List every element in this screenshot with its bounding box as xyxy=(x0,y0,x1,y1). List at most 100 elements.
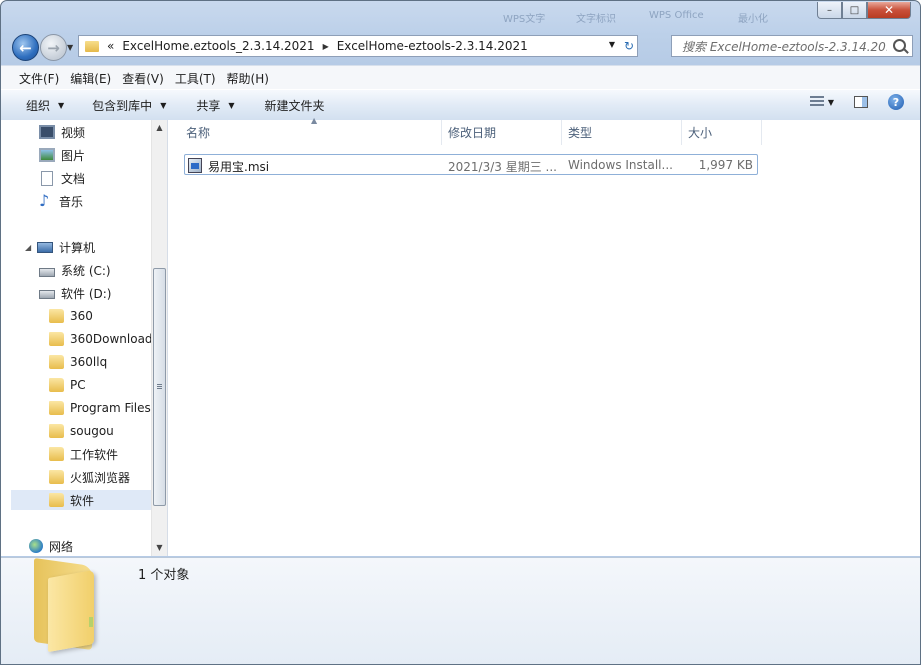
nav-item-computer[interactable]: ◢ 计算机 xyxy=(25,237,95,257)
search-icon[interactable] xyxy=(893,39,906,52)
folder-icon xyxy=(49,309,64,323)
window-controls: – □ ✕ xyxy=(817,2,911,19)
nav-item-network[interactable]: 网络 xyxy=(29,536,73,556)
nav-label: sougou xyxy=(70,424,114,438)
column-header-name[interactable]: 名称 ▲ xyxy=(173,116,442,145)
close-icon: ✕ xyxy=(883,3,895,17)
search-input[interactable]: 搜索 ExcelHome-eztools-2.3.14.20... xyxy=(671,35,913,57)
include-library-label: 包含到库中 xyxy=(92,98,153,113)
scroll-up-button[interactable]: ▲ xyxy=(152,120,167,136)
large-folder-icon xyxy=(34,557,118,653)
menu-edit[interactable]: 编辑(E) xyxy=(70,70,111,87)
nav-label: 图片 xyxy=(61,148,86,163)
nav-item-folder[interactable]: 360llq xyxy=(49,352,107,372)
preview-pane-icon[interactable] xyxy=(854,96,868,108)
nav-item-folder[interactable]: sougou xyxy=(49,421,114,441)
include-in-library-button[interactable]: 包含到库中 ▼ xyxy=(92,97,166,114)
nav-item-folder-selected[interactable]: 软件 xyxy=(11,490,151,510)
help-icon[interactable]: ? xyxy=(888,94,904,110)
toolbar-right: ▼ ? xyxy=(809,94,920,110)
computer-icon xyxy=(37,241,53,253)
nav-label: 火狐浏览器 xyxy=(70,470,131,485)
folder-icon xyxy=(49,447,64,461)
new-folder-button[interactable]: 新建文件夹 xyxy=(265,97,325,114)
nav-label: 360 xyxy=(70,309,93,323)
view-dropdown-icon[interactable]: ▼ xyxy=(828,98,834,107)
minimize-button[interactable]: – xyxy=(817,2,842,19)
breadcrumb-item[interactable]: ExcelHome-eztools-2.3.14.2021 xyxy=(337,39,528,53)
folder-icon xyxy=(85,40,99,52)
details-pane: 1 个对象 xyxy=(1,557,920,664)
column-label: 大小 xyxy=(688,126,713,140)
file-row[interactable]: 易用宝.msi 2021/3/3 星期三 ... Windows Install… xyxy=(184,154,758,175)
nav-label: 网络 xyxy=(49,539,74,554)
close-button[interactable]: ✕ xyxy=(867,2,911,19)
column-label: 名称 xyxy=(186,126,211,140)
background-tab-label: WPS文字 xyxy=(503,14,546,25)
nav-item-videos[interactable]: 视频 xyxy=(39,122,85,142)
recent-pages-dropdown[interactable]: ▼ xyxy=(67,43,73,52)
video-icon xyxy=(39,125,55,139)
nav-item-folder[interactable]: PC xyxy=(49,375,86,395)
file-size: 1,997 KB xyxy=(698,158,753,172)
nav-item-drive-c[interactable]: 系统 (C:) xyxy=(39,260,111,280)
nav-item-folder[interactable]: 工作软件 xyxy=(49,444,118,464)
address-bar[interactable]: « ExcelHome.eztools_2.3.14.2021 ▶ ExcelH… xyxy=(78,35,638,57)
menu-view[interactable]: 查看(V) xyxy=(122,70,164,87)
menu-file[interactable]: 文件(F) xyxy=(19,70,59,87)
drive-icon xyxy=(39,290,55,299)
folder-icon xyxy=(49,401,64,415)
grip-icon xyxy=(157,384,162,390)
nav-item-music[interactable]: ♪ 音乐 xyxy=(39,191,83,211)
breadcrumb-item[interactable]: ExcelHome.eztools_2.3.14.2021 xyxy=(122,39,314,53)
nav-label: 软件 xyxy=(70,493,95,508)
folder-icon xyxy=(49,470,64,484)
file-type: Windows Install... xyxy=(568,158,673,172)
menu-help[interactable]: 帮助(H) xyxy=(227,70,269,87)
scroll-down-button[interactable]: ▼ xyxy=(152,540,167,556)
column-header-size[interactable]: 大小 xyxy=(682,120,762,145)
breadcrumb-overflow[interactable]: « xyxy=(107,39,114,53)
folder-tab-shape xyxy=(89,617,93,627)
search-placeholder: 搜索 ExcelHome-eztools-2.3.14.20... xyxy=(682,39,887,54)
view-options-icon[interactable] xyxy=(809,96,824,108)
nav-label: Program Files xyxy=(70,401,151,415)
nav-item-folder[interactable]: 360 xyxy=(49,306,93,326)
menu-bar: 文件(F) 编辑(E) 查看(V) 工具(T) 帮助(H) xyxy=(1,65,920,90)
column-header-modified[interactable]: 修改日期 xyxy=(442,120,562,145)
collapse-icon[interactable]: ◢ xyxy=(25,243,33,252)
nav-item-documents[interactable]: 文档 xyxy=(39,168,85,188)
background-tab-label: 文字标识 xyxy=(576,14,616,25)
column-label: 类型 xyxy=(568,126,593,140)
file-list[interactable]: 名称 ▲ 修改日期 类型 大小 易用宝.msi 2021/3/3 星期三 ... … xyxy=(168,116,920,556)
menu-tools[interactable]: 工具(T) xyxy=(175,70,216,87)
minimize-icon: – xyxy=(827,4,832,16)
maximize-button[interactable]: □ xyxy=(842,2,867,19)
nav-item-folder[interactable]: Program Files xyxy=(49,398,151,418)
forward-arrow-icon: → xyxy=(47,38,60,57)
folder-icon xyxy=(49,424,64,438)
address-dropdown-icon[interactable]: ▼ xyxy=(609,40,615,49)
column-header-type[interactable]: 类型 xyxy=(562,120,682,145)
navigation-pane[interactable]: 视频 图片 文档 ♪ 音乐 ◢ 计算机 系统 (C:) 软件 (D:) 360 36… xyxy=(1,120,168,556)
back-button[interactable]: ← xyxy=(12,34,39,61)
nav-item-folder[interactable]: 火狐浏览器 xyxy=(49,467,130,487)
forward-button[interactable]: → xyxy=(40,34,67,61)
nav-item-drive-d[interactable]: 软件 (D:) xyxy=(39,283,111,303)
folder-icon xyxy=(49,378,64,392)
folder-front-shape xyxy=(48,569,94,653)
nav-item-folder[interactable]: 360Download xyxy=(49,329,153,349)
organize-button[interactable]: 组织 ▼ xyxy=(26,97,64,114)
maximize-icon: □ xyxy=(849,4,860,16)
music-icon: ♪ xyxy=(39,191,50,210)
nav-item-pictures[interactable]: 图片 xyxy=(39,145,85,165)
nav-scrollbar[interactable]: ▲ ▼ xyxy=(151,120,167,556)
nav-label: 文档 xyxy=(61,171,86,186)
folder-icon xyxy=(49,332,64,346)
scrollbar-thumb[interactable] xyxy=(153,268,166,506)
refresh-icon[interactable]: ↻ xyxy=(624,39,634,53)
chevron-right-icon[interactable]: ▶ xyxy=(323,42,329,51)
chevron-down-icon: ▼ xyxy=(160,100,167,110)
installer-icon xyxy=(188,158,202,173)
share-button[interactable]: 共享 ▼ xyxy=(196,97,234,114)
